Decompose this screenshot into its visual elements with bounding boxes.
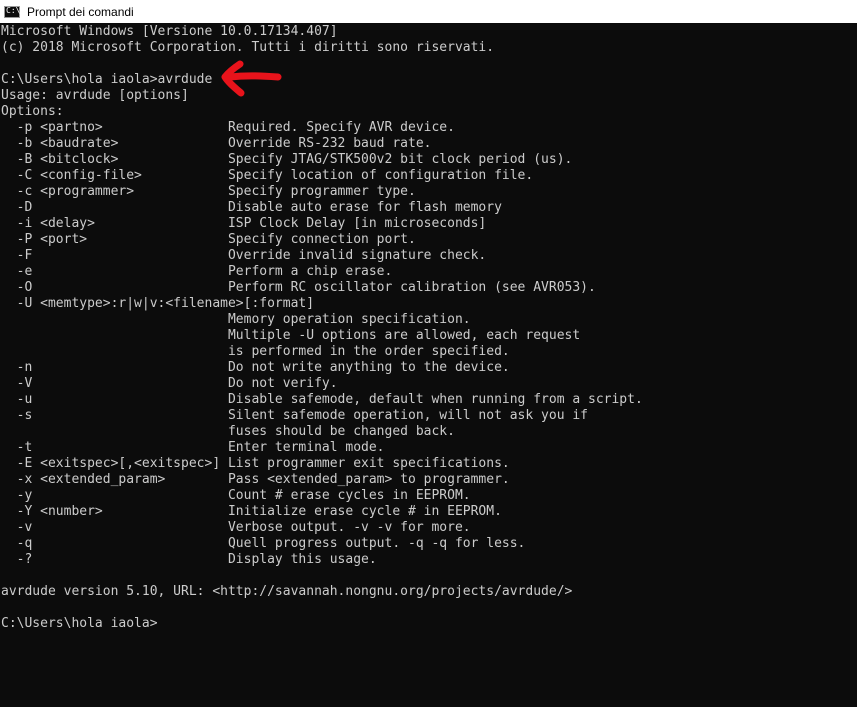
console-line: -s Silent safemode operation, will not a… [1,408,588,423]
console-line: -t Enter terminal mode. [1,440,385,455]
console-line: -D Disable auto erase for flash memory [1,200,502,215]
console-area[interactable]: Microsoft Windows [Versione 10.0.17134.4… [0,23,857,707]
title-bar[interactable]: C:\ Prompt dei comandi [0,0,857,23]
console-line: is performed in the order specified. [1,344,510,359]
console-line: avrdude version 5.10, URL: <http://savan… [1,584,573,599]
console-line: -P <port> Specify connection port. [1,232,416,247]
console-line: -V Do not verify. [1,376,338,391]
red-arrow-annotation-icon [221,60,282,97]
console-line: -? Display this usage. [1,552,377,567]
console-line: Options: [1,104,64,119]
console-output: Microsoft Windows [Versione 10.0.17134.4… [1,24,643,632]
console-line: (c) 2018 Microsoft Corporation. Tutti i … [1,40,495,55]
console-line: Multiple -U options are allowed, each re… [1,328,581,343]
console-line: -U <memtype>:r|w|v:<filename>[:format] [1,296,315,311]
console-line: -v Verbose output. -v -v for more. [1,520,471,535]
console-line: Usage: avrdude [options] [1,88,189,103]
console-line: -B <bitclock> Specify JTAG/STK500v2 bit … [1,152,573,167]
console-line: -u Disable safemode, default when runnin… [1,392,643,407]
console-line: -n Do not write anything to the device. [1,360,510,375]
app-icon-label: C:\ [6,5,21,15]
arrow-stroke [221,60,282,97]
console-line: -x <extended_param> Pass <extended_param… [1,472,510,487]
console-line: -c <programmer> Specify programmer type. [1,184,416,199]
console-line: -y Count # erase cycles in EEPROM. [1,488,471,503]
console-line: -e Perform a chip erase. [1,264,393,279]
console-line: -F Override invalid signature check. [1,248,487,263]
console-line: C:\Users\hola iaola> [1,616,158,631]
console-line: -i <delay> ISP Clock Delay [in microseco… [1,216,487,231]
console-line: -E <exitspec>[,<exitspec>] List programm… [1,456,510,471]
window-title: Prompt dei comandi [27,4,134,19]
console-line: -b <baudrate> Override RS-232 baud rate. [1,136,432,151]
command-prompt-window: C:\ Prompt dei comandi Microsoft Windows… [0,0,857,707]
command-prompt-icon[interactable]: C:\ [4,5,21,18]
console-line: -O Perform RC oscillator calibration (se… [1,280,596,295]
console-line: -q Quell progress output. -q -q for less… [1,536,526,551]
console-line: fuses should be changed back. [1,424,455,439]
console-line: -Y <number> Initialize erase cycle # in … [1,504,502,519]
console-line: C:\Users\hola iaola>avrdude [1,72,213,87]
console-line: Memory operation specification. [1,312,471,327]
console-line: -C <config-file> Specify location of con… [1,168,534,183]
console-line: -p <partno> Required. Specify AVR device… [1,120,455,135]
console-line: Microsoft Windows [Versione 10.0.17134.4… [1,24,338,39]
